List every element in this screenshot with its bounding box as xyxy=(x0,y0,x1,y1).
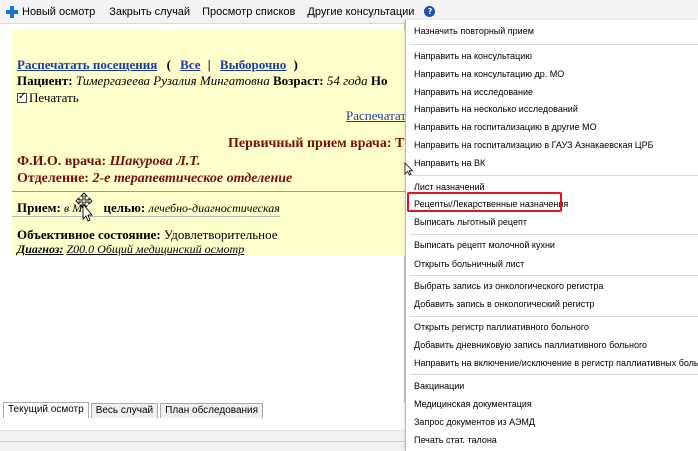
menu-separator xyxy=(410,175,698,176)
other-consultations-button[interactable]: Другие консультации xyxy=(301,0,420,24)
arrow-cursor-icon xyxy=(404,162,414,176)
patient-name: Тимергазеева Рузалия Мингатовна xyxy=(75,73,270,88)
menu-item-palliative-register-include-exclude[interactable]: Направить на включение/исключение в реги… xyxy=(406,354,698,372)
menu-separator xyxy=(410,44,698,45)
objective-label: Объективное состояние: xyxy=(17,227,161,242)
patient-row: Пациент: Тимергазеева Рузалия Мингатовна… xyxy=(17,73,387,89)
paren-open: ( xyxy=(166,57,171,72)
close-case-button[interactable]: Закрыть случай xyxy=(103,0,196,24)
objective-row: Объективное состояние: Удовлетворительно… xyxy=(17,227,278,243)
view-lists-button[interactable]: Просмотр списков xyxy=(196,0,301,24)
patient-label: Пациент: xyxy=(17,73,73,88)
highlight-box xyxy=(407,192,562,212)
print-checkbox[interactable] xyxy=(17,91,27,103)
department-name: 2-е терапевтическое отделение xyxy=(92,171,293,186)
print-checkbox-row[interactable]: Печатать xyxy=(17,90,79,106)
menu-item-repeat-visit[interactable]: Назначить повторный прием xyxy=(406,22,698,40)
reception-row: Прием: в М целью: лечебно-диагностическа… xyxy=(17,200,280,216)
primary-visit-heading: Первичный прием врача: Т xyxy=(228,136,405,151)
all-link[interactable]: Все xyxy=(180,57,200,72)
cut-label: Но xyxy=(370,73,388,88)
doctor-label: Ф.И.О. врача: xyxy=(17,154,107,169)
menu-item-hospitalization-crb[interactable]: Направить на госпитализацию в ГАУЗ Азнак… xyxy=(406,136,698,154)
department-row: Отделение: 2-е терапевтическое отделение xyxy=(17,171,292,187)
menu-item-refer-several-examinations[interactable]: Направить на несколько исследований xyxy=(406,100,698,118)
menu-separator xyxy=(410,234,698,235)
menu-item-select-oncology-record[interactable]: Выбрать запись из онкологического регист… xyxy=(406,277,698,295)
menu-item-milk-kitchen-recipe[interactable]: Выписать рецепт молочной кухни xyxy=(406,236,698,254)
purpose-label: целью: xyxy=(103,200,146,215)
department-label: Отделение: xyxy=(17,171,89,186)
new-visit-label: Новый осмотр xyxy=(22,5,96,18)
tab-exam-plan[interactable]: План обследования xyxy=(160,403,264,418)
menu-separator xyxy=(410,316,698,317)
help-icon[interactable]: ? xyxy=(424,6,436,17)
menu-item-print-stat-ticket[interactable]: Печать стат. талона xyxy=(406,431,698,449)
menu-item-medical-documentation[interactable]: Медицинская документация xyxy=(406,395,698,413)
print-links-row: Распечатать посещения ( Все | Выборочно … xyxy=(17,57,298,73)
menu-item-refer-consultation-other-mo[interactable]: Направить на консультацию др. МО xyxy=(406,65,698,83)
print-visits-link[interactable]: Распечатать посещения xyxy=(17,57,157,72)
age-label: Возраст: xyxy=(272,73,324,88)
move-cursor-icon xyxy=(75,192,93,222)
purpose-value: лечебно-диагностическая xyxy=(148,201,280,215)
menu-item-refer-examination[interactable]: Направить на исследование xyxy=(406,83,698,101)
print-checkbox-label: Печатать xyxy=(29,90,79,105)
menu-item-preferential-recipe[interactable]: Выписать льготный рецепт xyxy=(406,213,698,231)
objective-value: Удовлетворительное xyxy=(163,227,278,242)
context-menu: Назначить повторный прием Направить на к… xyxy=(405,20,698,451)
reception-label: Прием: xyxy=(17,200,61,215)
link-separator: | xyxy=(207,57,211,72)
menu-separator xyxy=(410,374,698,375)
divider xyxy=(12,191,405,192)
print-link-cut[interactable]: Распечатат xyxy=(346,108,406,124)
selective-link[interactable]: Выборочно xyxy=(220,57,286,72)
menu-separator xyxy=(410,275,698,276)
menu-item-refer-consultation[interactable]: Направить на консультацию xyxy=(406,47,698,65)
tab-whole-case[interactable]: Весь случай xyxy=(90,403,159,418)
doctor-row: Ф.И.О. врача: Шакурова Л.Т. xyxy=(17,154,200,170)
menu-item-sick-leave[interactable]: Открыть больничный лист xyxy=(406,255,698,273)
tab-bar: Текущий осмотр Весь случай План обследов… xyxy=(0,402,405,418)
diagnosis-value: Z00.0 Общий медицинский осмотр xyxy=(66,242,245,256)
divider-2 xyxy=(12,216,280,217)
new-visit-button[interactable]: Новый осмотр xyxy=(0,0,101,24)
paren-close: ) xyxy=(293,57,298,72)
doctor-name: Шакурова Л.Т. xyxy=(109,154,201,169)
menu-item-refer-vk[interactable]: Направить на ВК xyxy=(406,154,698,172)
menu-item-add-oncology-record[interactable]: Добавить запись в онкологический регистр xyxy=(406,295,698,313)
diagnosis-row: Диагноз: Z00.0 Общий медицинский осмотр xyxy=(17,242,244,257)
menu-item-request-aemd-documents[interactable]: Запрос документов из АЭМД xyxy=(406,413,698,431)
age-value: 54 года xyxy=(326,73,368,88)
menu-item-add-palliative-diary[interactable]: Добавить дневниковую запись паллиативног… xyxy=(406,336,698,354)
tab-current-visit[interactable]: Текущий осмотр xyxy=(3,402,89,418)
menu-item-hospitalization-other-mo[interactable]: Направить на госпитализацию в другие МО xyxy=(406,118,698,136)
status-divider xyxy=(0,441,405,442)
menu-item-vaccinations[interactable]: Вакцинации xyxy=(406,377,698,395)
plus-icon xyxy=(6,5,18,18)
menu-item-open-palliative-register[interactable]: Открыть регистр паллиативного больного xyxy=(406,318,698,336)
diagnosis-label: Диагноз: xyxy=(17,242,64,256)
